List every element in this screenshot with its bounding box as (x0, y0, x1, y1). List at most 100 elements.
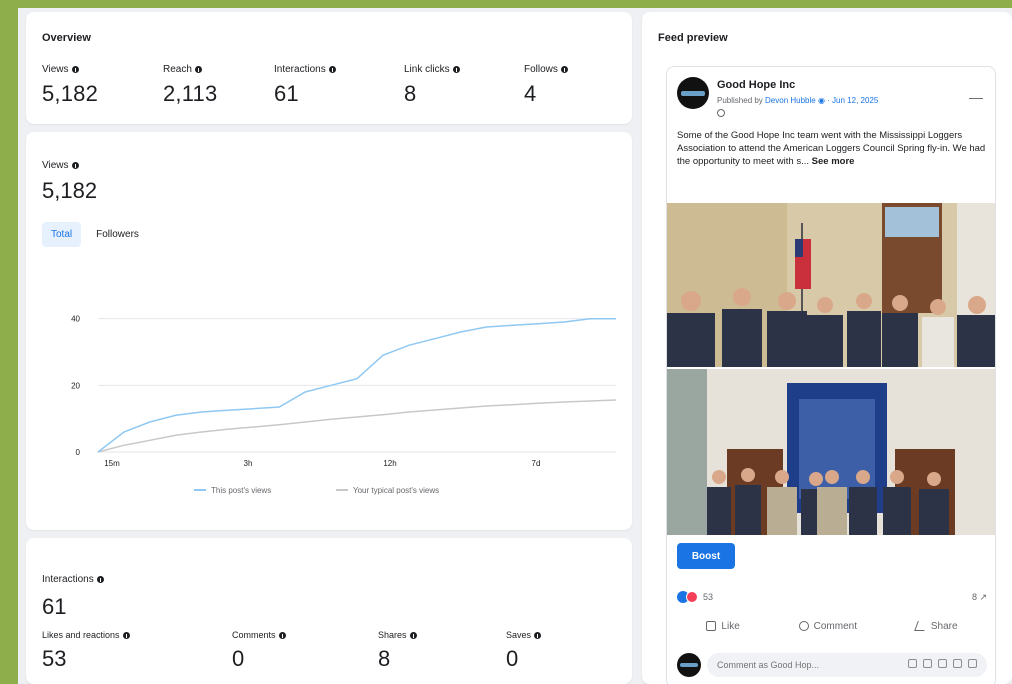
metric-label: Follows (524, 64, 558, 75)
post-text: Some of the Good Hope Inc team went with… (677, 129, 987, 168)
gif-icon[interactable] (953, 659, 962, 668)
emoji-icon[interactable] (908, 659, 917, 668)
avatar-sticker-icon[interactable] (968, 659, 977, 668)
group-photo-graphic (667, 369, 995, 535)
byline-link[interactable]: Devon Hubble ◉ · Jun 12, 2025 (765, 96, 878, 105)
views-chart-card: Views 5,182 Total Followers 0 20 40 15m 3h 12… (26, 132, 632, 530)
x-tick-label: 3h (244, 459, 253, 468)
metric-follows: Follows 4 (524, 64, 568, 107)
comment-icon (798, 621, 809, 631)
sticker-icon[interactable] (923, 659, 932, 668)
metric-comments: Comments 0 (232, 630, 286, 672)
metric-likes-reactions: Likes and reactions 53 (42, 630, 130, 672)
sub-metric-value: 53 (42, 646, 67, 671)
metric-value: 4 (524, 81, 537, 106)
info-icon[interactable] (452, 66, 460, 73)
metric-value: 5,182 (42, 81, 99, 106)
comment-label: Comment (813, 620, 857, 632)
info-icon[interactable] (560, 66, 568, 73)
views-line-chart: 0 20 40 15m 3h 12h 7d This post's views Your typ… (71, 315, 617, 495)
legend-label: This post's views (211, 486, 271, 495)
post-header: Good Hope Inc Published by Devon Hubble … (677, 75, 987, 125)
metric-value: 8 (404, 81, 417, 106)
feed-preview-card: Feed preview Good Hope Inc Published by … (642, 12, 1012, 684)
page-avatar[interactable] (677, 77, 709, 109)
post-photo-1[interactable] (667, 203, 995, 367)
reaction-count: 53 (703, 592, 714, 602)
overview-title: Overview (42, 32, 91, 44)
metric-saves: Saves 0 (506, 630, 542, 672)
info-icon[interactable] (328, 66, 336, 73)
metric-value: 61 (274, 81, 299, 106)
share-label: Share (930, 620, 958, 632)
commenter-avatar (677, 653, 701, 677)
info-icon[interactable] (96, 576, 104, 583)
x-tick-label: 12h (383, 459, 396, 468)
thumbs-up-icon (706, 621, 717, 631)
info-icon[interactable] (278, 631, 286, 639)
post-preview: Good Hope Inc Published by Devon Hubble … (666, 66, 996, 684)
sub-metric-label: Comments (232, 630, 276, 640)
info-icon[interactable] (122, 631, 130, 639)
more-options-icon[interactable]: — (969, 89, 983, 105)
info-icon[interactable] (194, 66, 202, 73)
info-icon[interactable] (71, 66, 79, 73)
sub-metric-label: Likes and reactions (42, 630, 120, 640)
see-more-link[interactable]: See more (812, 156, 855, 167)
group-photo-graphic (667, 203, 995, 367)
legend-label: Your typical post's views (353, 486, 439, 495)
love-reaction-icon (686, 591, 698, 603)
post-actions: Like Comment Share (677, 615, 987, 637)
metric-label: Link clicks (404, 64, 450, 75)
share-action[interactable]: Share (914, 615, 958, 637)
y-tick-label: 40 (71, 315, 80, 324)
share-count: 8 ↗ (971, 592, 987, 602)
views-tabs: Total Followers (42, 222, 148, 247)
comment-action[interactable]: Comment (798, 615, 857, 637)
x-tick-label: 15m (104, 459, 120, 468)
like-label: Like (721, 620, 740, 632)
interactions-card: Interactions 61 Likes and reactions 53 C… (26, 538, 632, 684)
metric-label: Interactions (274, 64, 326, 75)
sub-metric-value: 0 (506, 646, 519, 671)
series-line (97, 399, 617, 453)
y-tick-label: 20 (71, 381, 80, 390)
metric-shares: Shares 8 (378, 630, 417, 672)
byline-prefix: Published by (717, 96, 766, 105)
camera-icon[interactable] (938, 659, 947, 668)
y-tick-label: 0 (76, 448, 81, 457)
post-byline: Published by Devon Hubble ◉ · Jun 12, 20… (717, 95, 957, 107)
info-icon[interactable] (71, 162, 79, 169)
reactions-bar[interactable]: 53 8 ↗ (677, 591, 987, 607)
metric-value: 2,113 (163, 81, 218, 106)
post-photo-2[interactable] (667, 369, 995, 535)
metric-views: Views 5,182 (42, 64, 98, 107)
dashboard-frame: Overview Views 5,182 Reach 2,113 Interac… (18, 8, 1012, 684)
sub-metric-label: Saves (506, 630, 532, 640)
metric-label: Views (42, 64, 69, 75)
tab-total[interactable]: Total (42, 222, 82, 247)
sub-metric-value: 0 (232, 646, 245, 671)
metric-reach: Reach 2,113 (163, 64, 217, 107)
metric-link-clicks: Link clicks 8 (404, 64, 460, 107)
page-name[interactable]: Good Hope Inc (717, 79, 795, 91)
tab-followers[interactable]: Followers (87, 222, 148, 247)
interactions-value: 61 (42, 594, 67, 619)
metric-interactions: Interactions 61 (274, 64, 336, 107)
comment-tools (908, 659, 977, 668)
feed-preview-title: Feed preview (658, 32, 728, 44)
boost-button[interactable]: Boost (677, 543, 735, 569)
like-action[interactable]: Like (706, 615, 740, 637)
views-value: 5,182 (42, 178, 98, 203)
sub-metric-value: 8 (378, 646, 391, 671)
share-icon (914, 621, 928, 631)
metric-label: Reach (163, 64, 192, 75)
views-label: Views (42, 160, 69, 171)
info-icon[interactable] (409, 631, 417, 639)
overview-card: Overview Views 5,182 Reach 2,113 Interac… (26, 12, 632, 124)
sub-metric-label: Shares (378, 630, 407, 640)
info-icon[interactable] (534, 631, 542, 639)
interactions-label: Interactions (42, 574, 94, 585)
x-tick-label: 7d (532, 459, 541, 468)
comment-row (677, 651, 987, 679)
